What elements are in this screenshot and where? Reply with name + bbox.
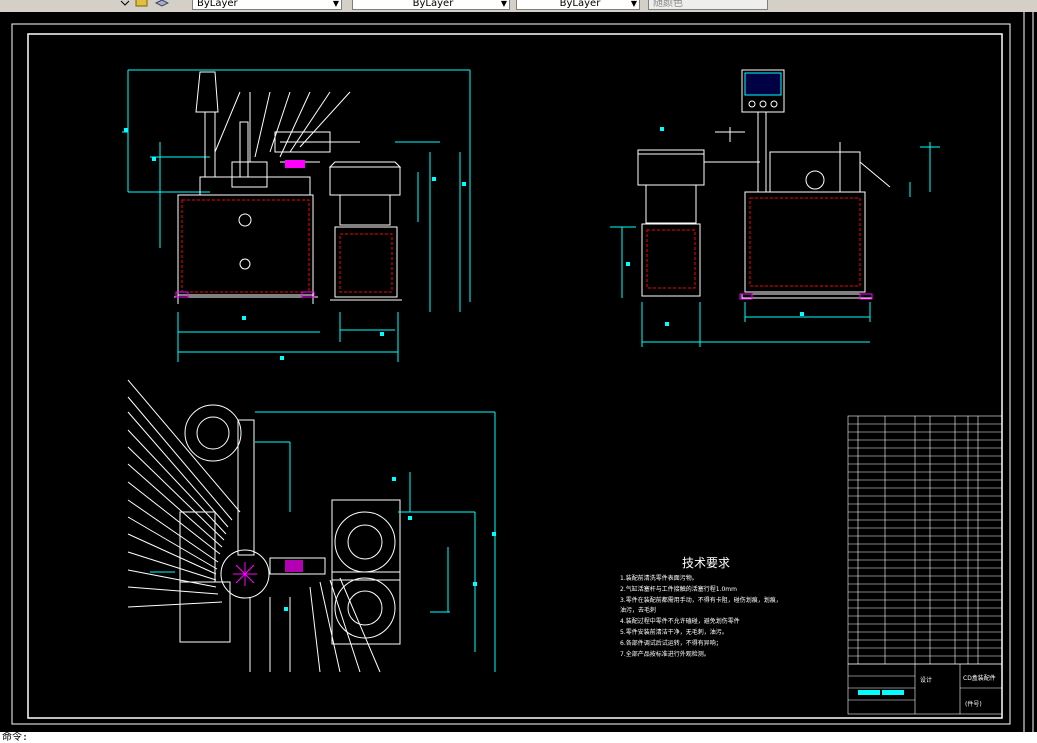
parts-list: [847, 415, 1003, 665]
tech-requirements: 技术要求 1.装配前清洗零件表面污物。 2.气缸活塞杆与工件接触的活塞行程1.0…: [620, 556, 782, 658]
tech-title: 技术要求: [682, 556, 730, 570]
cad-drawing: 技术要求 1.装配前清洗零件表面污物。 2.气缸活塞杆与工件接触的活塞行程1.0…: [11, 23, 1011, 725]
chevron-down-icon: ▼: [500, 0, 507, 8]
linetype-combo-value: ByLayer: [412, 0, 454, 9]
linetype-combo[interactable]: ByLayer ▼: [352, 0, 510, 10]
plan-view: [127, 379, 496, 673]
tech-item: 7.全部产品按标准进行外观检测。: [620, 650, 710, 658]
chevron-down-icon: ▼: [332, 0, 339, 8]
chevron-down-icon: ▼: [630, 0, 637, 8]
command-line[interactable]: 命令:: [0, 732, 1037, 743]
lineweight-combo-value: ByLayer: [559, 0, 601, 9]
layer-stack-icon[interactable]: [155, 0, 169, 10]
title-part-no: (件号): [965, 700, 982, 708]
front-view: [122, 69, 471, 362]
title-block: 设计 CD盒装配件 (件号): [847, 663, 1003, 715]
side-view: [610, 69, 940, 347]
color-combo-value: ByLayer: [197, 0, 238, 9]
parts-list-rows: [848, 423, 1002, 657]
plot-style-combo[interactable]: 随颜色: [648, 0, 768, 10]
color-combo[interactable]: ByLayer ▼: [192, 0, 342, 10]
tech-item: 5.零件安装前清洁干净，无毛刺，油污。: [620, 628, 728, 636]
tech-item: 油污，去毛刺: [620, 606, 656, 614]
title-design-label: 设计: [920, 676, 932, 684]
command-prompt: 命令:: [2, 732, 29, 743]
outer-border: [11, 23, 1011, 725]
lineweight-combo[interactable]: ByLayer ▼: [516, 0, 640, 10]
title-drawing-name: CD盒装配件: [963, 674, 996, 682]
plot-style-combo-value: 随颜色: [653, 0, 683, 9]
inner-frame: [27, 33, 1003, 719]
layer-previous-icon[interactable]: [135, 0, 149, 10]
layer-dropdown-arrow-icon[interactable]: [118, 0, 132, 10]
tech-item: 4.装配过程中零件不允许磕碰，避免划伤零件: [620, 617, 740, 625]
scroll-track-icon: [1023, 12, 1034, 732]
tech-item: 6.各部件调试后试运转，不得有异响；: [620, 639, 722, 647]
drawing-canvas[interactable]: 技术要求 1.装配前清洗零件表面污物。 2.气缸活塞杆与工件接触的活塞行程1.0…: [0, 12, 1037, 732]
vertical-scrollbar[interactable]: [1020, 12, 1037, 732]
tech-item: 1.装配前清洗零件表面污物。: [620, 574, 698, 582]
tech-item: 3.零件在装配前都需用手动，不得有卡阻，碰伤划痕，划痕，: [620, 596, 782, 604]
tech-item: 2.气缸活塞杆与工件接触的活塞行程1.0mm: [620, 585, 737, 593]
